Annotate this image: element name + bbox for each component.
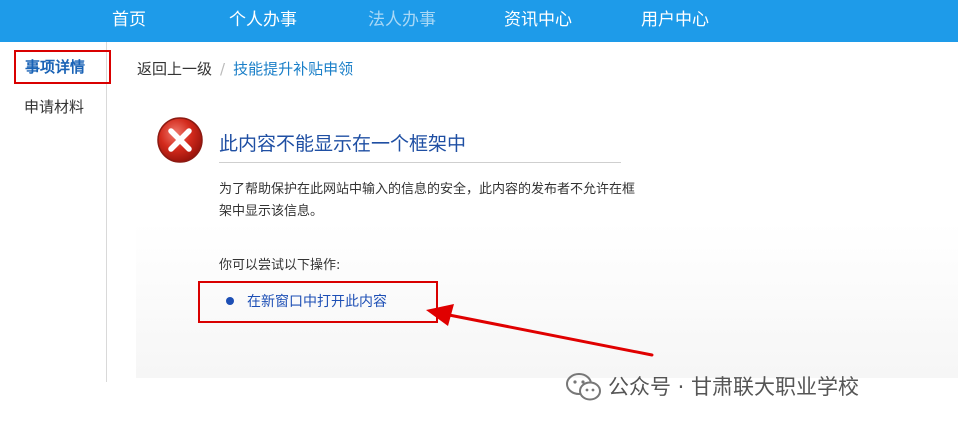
sidebar: 事项详情 申请材料 bbox=[0, 42, 111, 382]
nav-item-home[interactable]: 首页 bbox=[112, 0, 146, 42]
error-title: 此内容不能显示在一个框架中 bbox=[219, 133, 467, 155]
annotation-arrow-icon bbox=[426, 304, 654, 357]
error-description: 为了帮助保护在此网站中输入的信息的安全，此内容的发布者不允许在框架中显示该信息。 bbox=[219, 182, 636, 219]
error-x-icon bbox=[157, 117, 203, 163]
error-try-label: 你可以尝试以下操作: bbox=[219, 258, 341, 273]
nav-item-legal-affairs[interactable]: 法人办事 bbox=[368, 0, 436, 42]
nav-item-news-center[interactable]: 资讯中心 bbox=[504, 0, 572, 42]
breadcrumb-current[interactable]: 技能提升补贴申领 bbox=[233, 60, 353, 78]
breadcrumb-separator: / bbox=[220, 60, 226, 78]
wechat-logo-icon bbox=[566, 373, 601, 401]
sidebar-item-application-materials[interactable]: 申请材料 bbox=[24, 96, 84, 117]
top-navigation-bar: 首页 个人办事 法人办事 资讯中心 用户中心 bbox=[0, 0, 958, 42]
watermark-text: 公众号 · 甘肃联大职业学校 bbox=[608, 375, 860, 399]
nav-item-personal-affairs[interactable]: 个人办事 bbox=[229, 0, 297, 42]
sidebar-item-item-details[interactable]: 事项详情 bbox=[14, 50, 111, 84]
open-in-new-window-link[interactable]: 在新窗口中打开此内容 bbox=[247, 291, 387, 311]
nav-item-user-center[interactable]: 用户中心 bbox=[641, 0, 709, 42]
bullet-icon bbox=[226, 297, 234, 305]
error-divider bbox=[219, 162, 621, 163]
breadcrumb-back-link[interactable]: 返回上一级 bbox=[137, 60, 212, 78]
breadcrumb: 返回上一级 / 技能提升补贴申领 bbox=[137, 58, 353, 80]
